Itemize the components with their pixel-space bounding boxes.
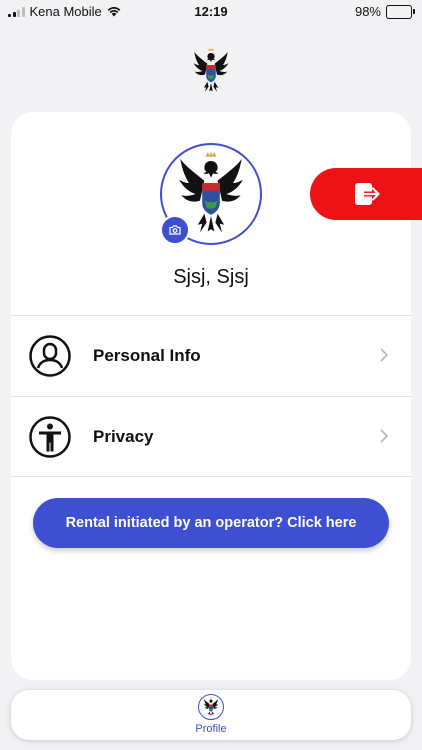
chevron-right-icon (380, 348, 389, 362)
status-bar: Kena Mobile 12:19 98% (0, 0, 422, 22)
logout-button[interactable] (310, 168, 422, 220)
coat-of-arms-icon (198, 694, 224, 720)
user-circle-icon (29, 335, 71, 377)
menu-item-personal-info[interactable]: Personal Info (11, 316, 411, 396)
tab-bar: Profile (11, 690, 411, 740)
status-right: 98% (354, 4, 415, 19)
change-photo-button[interactable] (160, 215, 190, 245)
tab-label: Profile (195, 723, 227, 735)
tab-profile[interactable]: Profile (183, 694, 239, 738)
battery-percent: 98% (354, 4, 381, 19)
divider (11, 476, 411, 477)
menu-item-privacy[interactable]: Privacy (11, 397, 411, 477)
operator-rental-button[interactable]: Rental initiated by an operator? Click h… (33, 498, 389, 548)
profile-name: Sjsj, Sjsj (173, 266, 249, 288)
chevron-right-icon (380, 429, 389, 443)
coat-of-arms-logo (193, 47, 229, 95)
accessibility-icon (29, 416, 71, 458)
menu-item-label: Personal Info (93, 346, 201, 365)
camera-icon (169, 225, 181, 235)
battery-icon (386, 4, 415, 19)
menu-item-label: Privacy (93, 427, 154, 446)
logout-icon (355, 183, 380, 205)
